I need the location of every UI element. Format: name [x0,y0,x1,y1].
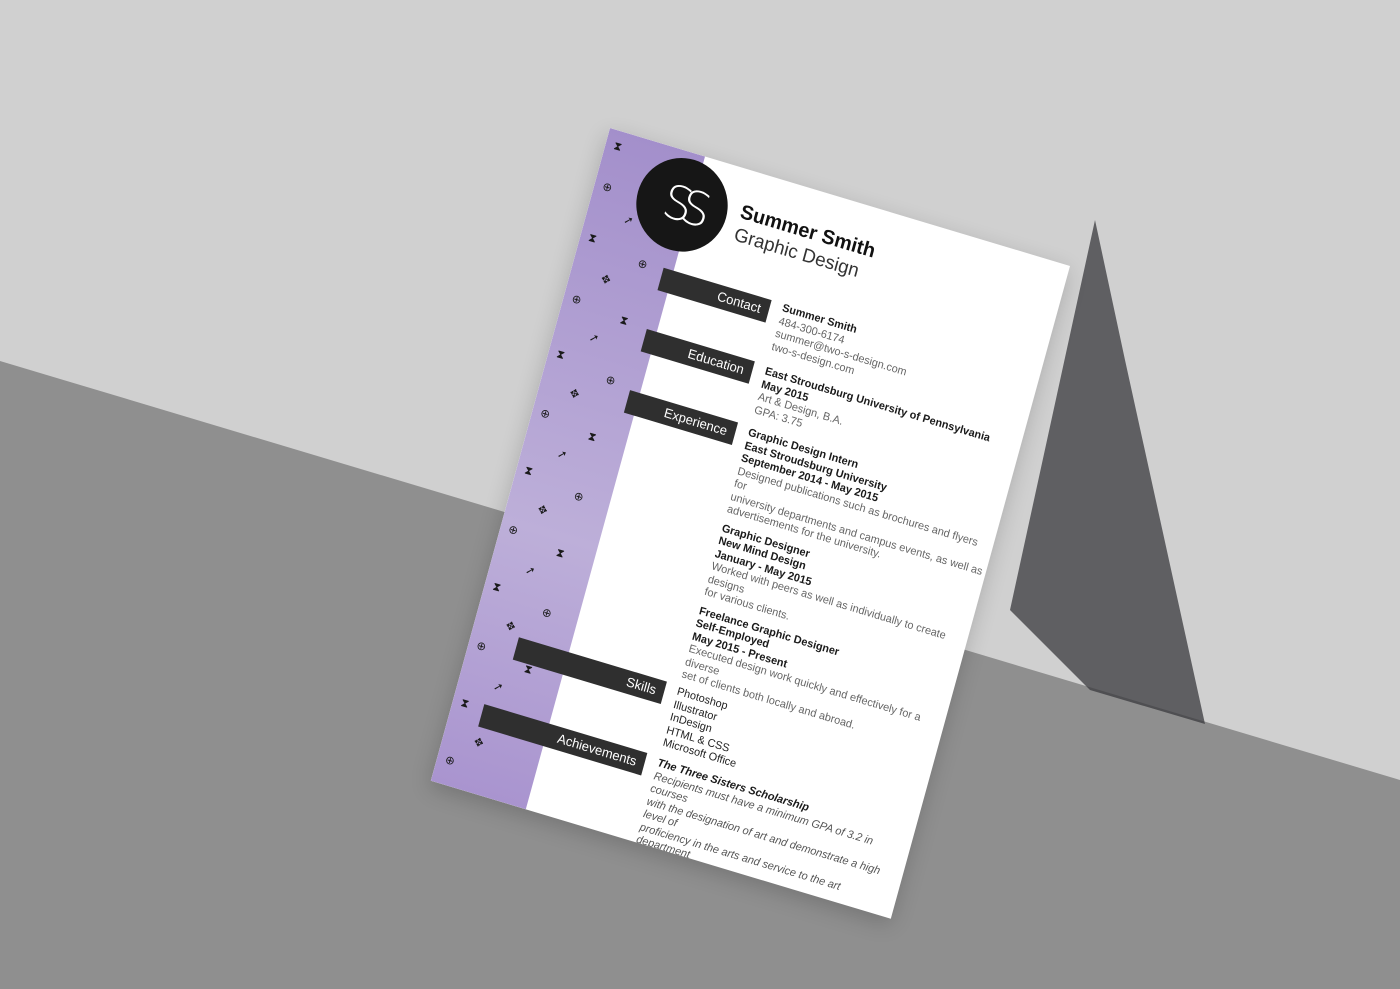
magnifier-icon: ⊕ [604,372,618,389]
hourglass-icon: ⧗ [586,428,598,445]
magnifier-icon: ⊕ [572,488,586,505]
hourglass-icon: ⧗ [523,462,535,479]
section-label-experience: Experience [623,390,739,445]
arrow-cursor-icon: ➚ [555,446,569,463]
hourglass-icon: ⧗ [491,579,503,595]
hourglass-icon: ⧗ [459,695,471,712]
move-cursor-icon: ✥ [599,271,613,288]
move-cursor-icon: ✥ [568,385,581,402]
section-label-education: Education [640,328,755,384]
arrow-cursor-icon: ➚ [491,678,505,695]
magnifier-icon: ⊕ [443,752,457,769]
magnifier-icon: ⊕ [538,405,552,422]
hourglass-icon: ⧗ [618,312,630,329]
section-label-contact: Contact [657,267,772,323]
hourglass-icon: ⧗ [554,545,566,561]
magnifier-icon: ⊕ [570,291,583,308]
hourglass-icon: ⧗ [586,230,599,246]
magnifier-icon: ⊕ [506,522,520,539]
magnifier-icon: ⊕ [474,638,488,655]
move-cursor-icon: ✥ [536,502,549,519]
hourglass-icon: ⧗ [555,346,567,363]
arrow-cursor-icon: ➚ [523,562,537,579]
arrow-cursor-icon: ➚ [622,212,636,229]
move-cursor-icon: ✥ [504,618,518,635]
arrow-cursor-icon: ➚ [587,329,601,346]
magnifier-icon: ⊕ [636,256,649,273]
move-cursor-icon: ✥ [472,734,486,751]
magnifier-icon: ⊕ [540,605,554,622]
hourglass-icon: ⧗ [612,138,624,155]
magnifier-icon: ⊕ [600,179,614,196]
